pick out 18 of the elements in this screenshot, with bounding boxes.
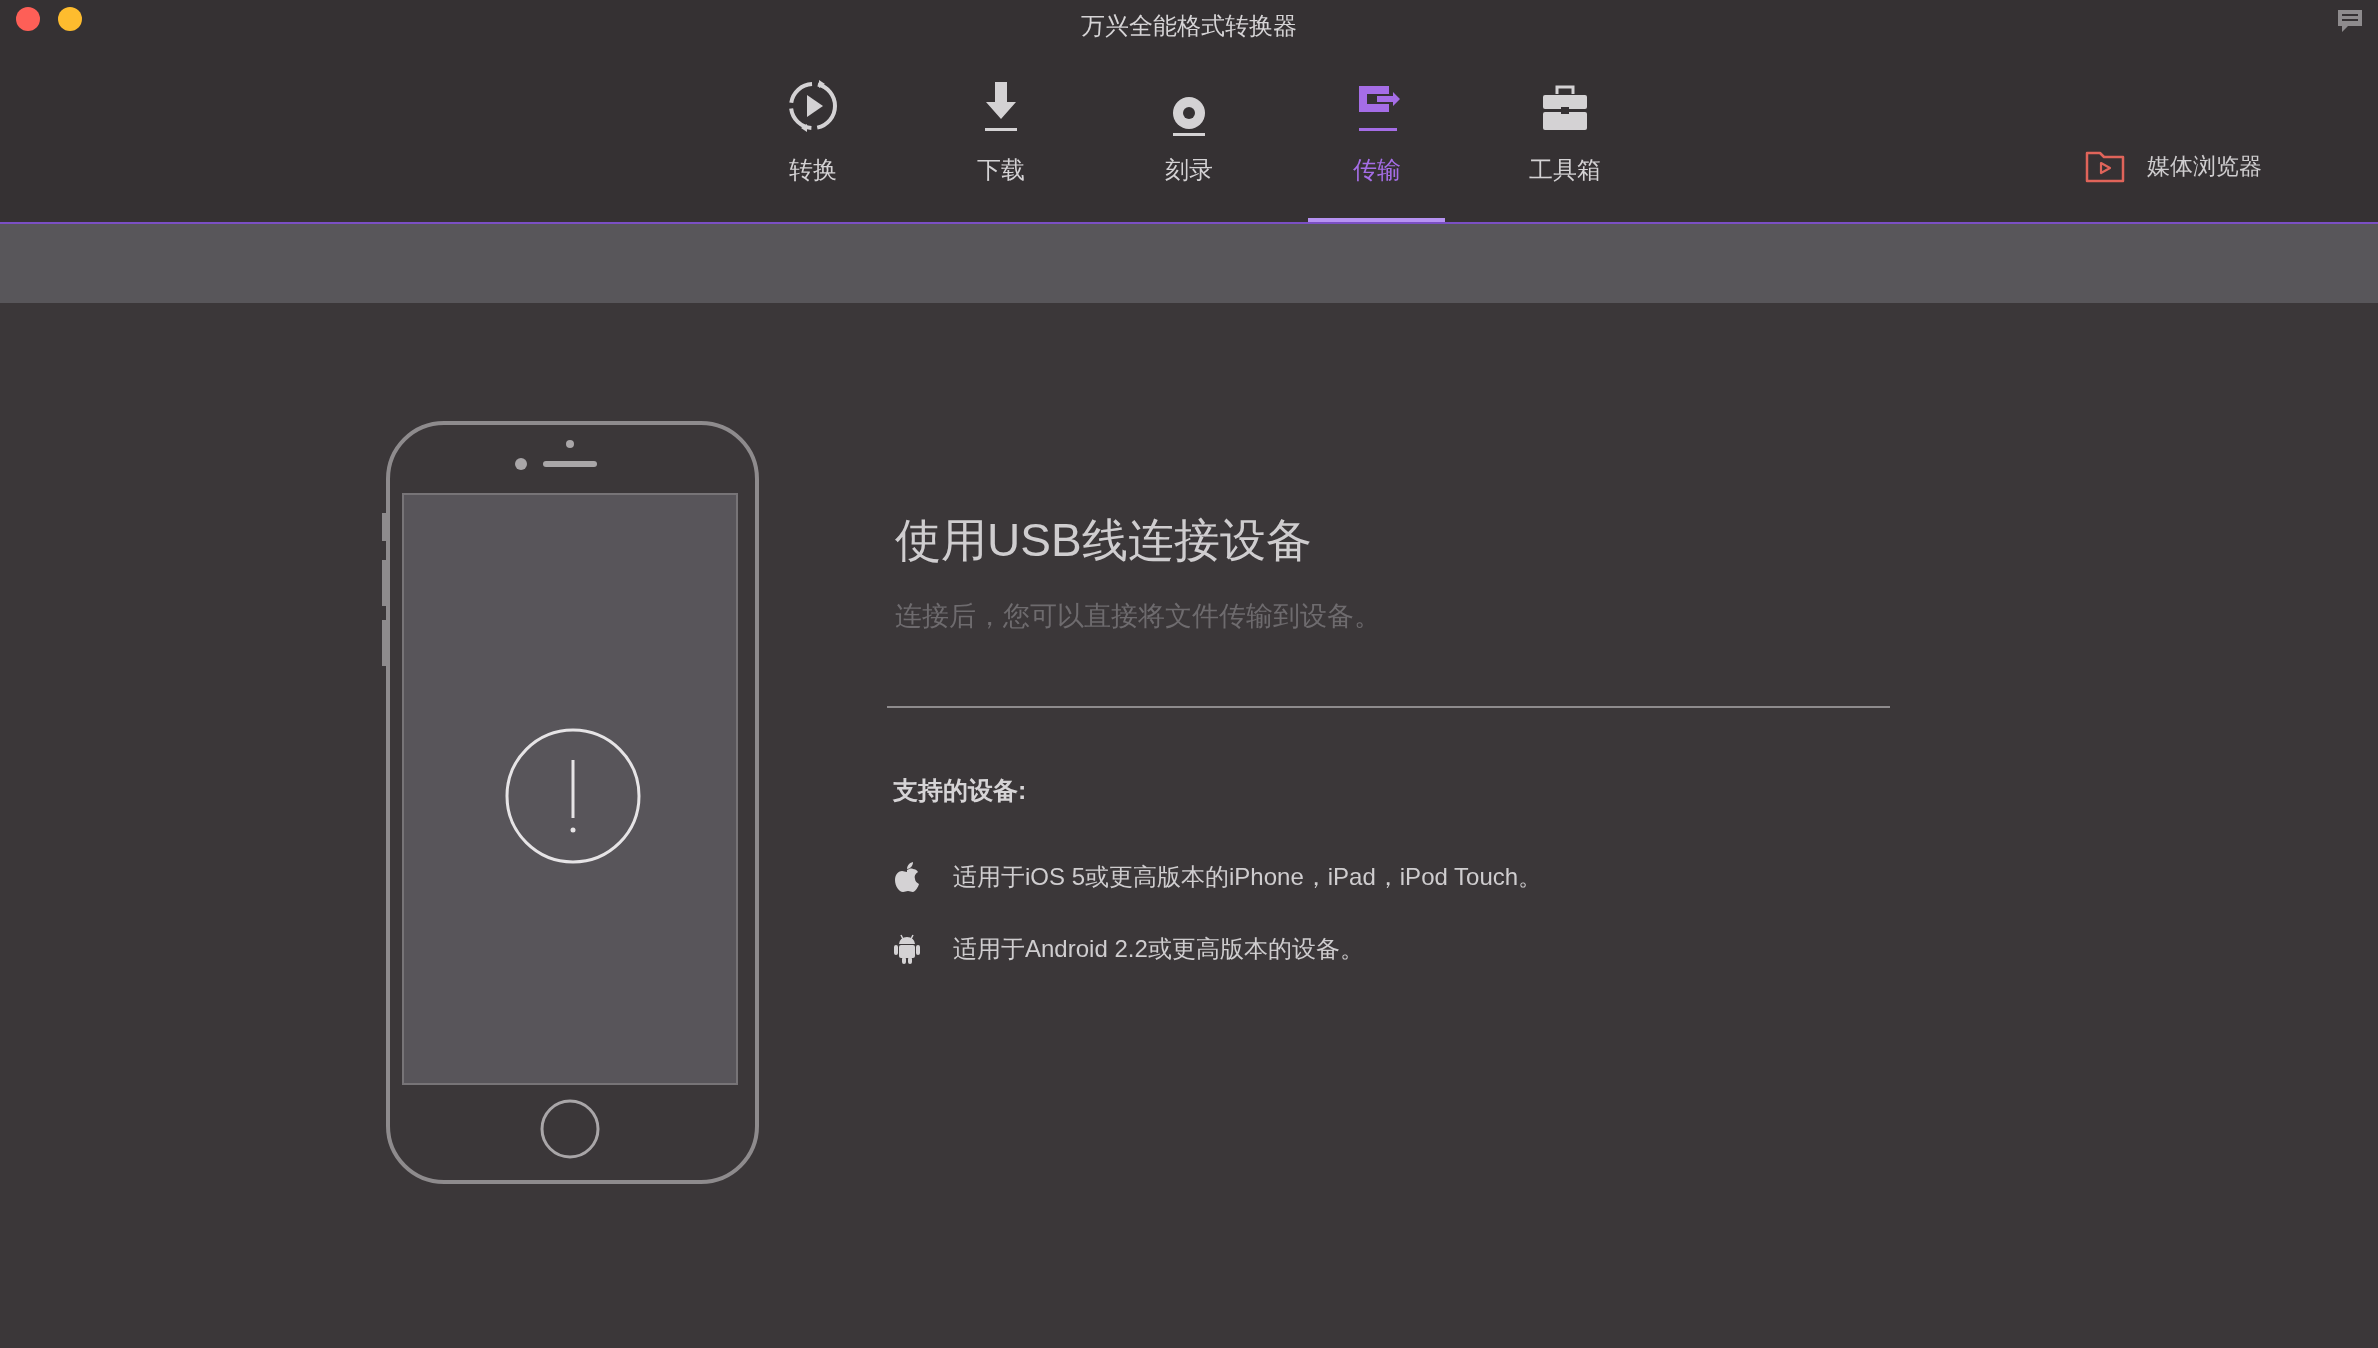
minimize-button[interactable] (58, 7, 82, 31)
apple-icon (893, 860, 921, 893)
media-browser-button[interactable]: 媒体浏览器 (2085, 149, 2262, 184)
device-support-text: 适用于iOS 5或更高版本的iPhone，iPad，iPod Touch。 (953, 861, 1543, 892)
window-title: 万兴全能格式转换器 (1081, 11, 1297, 41)
nav-tab[interactable]: 下载 (907, 50, 1095, 222)
nav-tab[interactable]: 刻录 (1095, 50, 1283, 222)
nav-tab[interactable]: 传输 (1283, 50, 1471, 222)
panel-heading: 使用USB线连接设备 (895, 513, 1313, 568)
supported-devices-title: 支持的设备: (893, 775, 1028, 806)
close-button[interactable] (16, 7, 40, 31)
nav-tab[interactable]: 工具箱 (1471, 50, 1659, 222)
device-support-text: 适用于Android 2.2或更高版本的设备。 (953, 933, 1364, 964)
disc-icon (1173, 97, 1205, 136)
folder-play-icon (2085, 149, 2125, 184)
chat-bubble-icon[interactable] (2336, 8, 2364, 34)
nav-tab[interactable]: 转换 (719, 50, 907, 222)
android-icon (893, 932, 921, 965)
